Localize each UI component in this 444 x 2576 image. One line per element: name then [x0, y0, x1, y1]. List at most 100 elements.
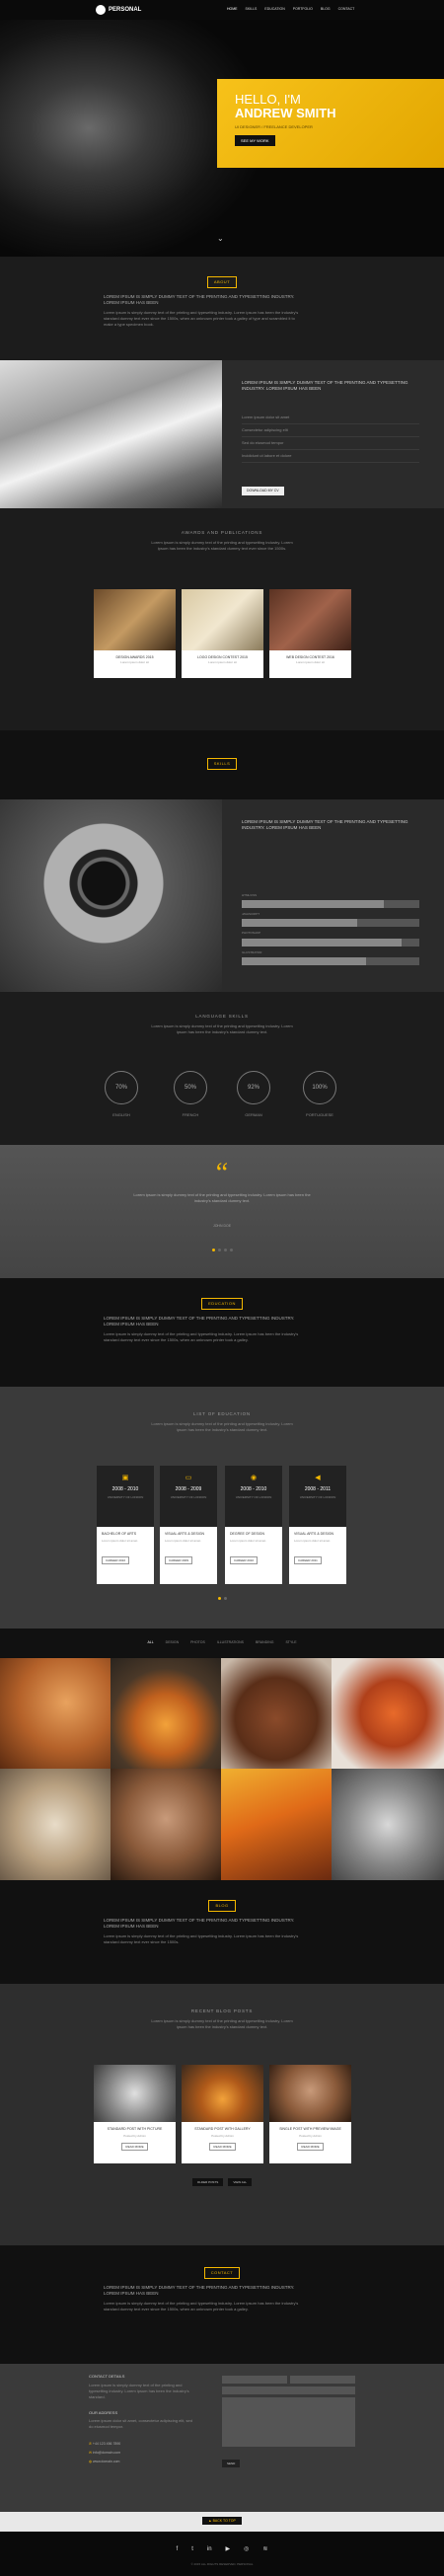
facebook-icon[interactable]: f [177, 2545, 179, 2553]
blog-card[interactable]: STANDARD POST WITH PICTURE Posted by Adm… [94, 2065, 176, 2163]
timeline-card-button[interactable]: CAREER 2009 [165, 1556, 193, 1565]
read-more-button[interactable]: READ MORE [209, 2143, 236, 2152]
older-posts-button[interactable]: OLDER POSTS [191, 2178, 224, 2186]
back-to-top-button[interactable]: ▲ BACK TO TOP [202, 2517, 242, 2525]
intro-line: Incididunt ut labore et dolore [242, 450, 419, 463]
skill-bars: HTML/CSS JAVASCRIPT PHOTOSHOP ILLUSTRATO… [242, 893, 419, 965]
nav-item[interactable]: BLOG [321, 7, 331, 12]
language-circle: 92% [237, 1071, 270, 1104]
portfolio-item[interactable] [0, 1769, 111, 1880]
portfolio-item[interactable] [332, 1769, 444, 1880]
intro-line: Lorem ipsum dolor sit amet [242, 412, 419, 424]
pager-dot[interactable] [223, 1597, 227, 1600]
camera-image [0, 799, 222, 992]
filter-item[interactable]: ILLUSTRATIONS [217, 1640, 244, 1645]
language-circle: 50% [174, 1071, 207, 1104]
filter-item[interactable]: ALL [147, 1640, 153, 1645]
download-cv-button[interactable]: DOWNLOAD MY CV [242, 487, 284, 495]
language-name: PORTUGUESE [306, 1112, 333, 1117]
copyright: © 2015 ALL RIGHTS RESERVED. PERSONAL [190, 2562, 254, 2566]
timeline-section: LIST OF EDUCATION Lorem ipsum is simply … [0, 1387, 444, 1629]
blog-card[interactable]: SINGLE POST WITH PREVIEW IMAGE Posted by… [269, 2065, 351, 2163]
timeline-card[interactable]: ▣ 2008 - 2010 UNIVERSITY OF LONDON BACHE… [97, 1466, 154, 1584]
nav-item[interactable]: CONTACT [338, 7, 355, 12]
logo-text[interactable]: PERSONAL [109, 6, 141, 14]
blog-lead: LOREM IPSUM IS SIMPLY DUMMY TEXT OF THE … [104, 1918, 295, 1929]
send-button[interactable]: SEND [222, 2460, 241, 2468]
portfolio-item[interactable] [111, 1769, 221, 1880]
award-card-sub: Lorem ipsum dolor sit [296, 659, 325, 664]
filter-item[interactable]: STYLE [285, 1640, 296, 1645]
contact-site[interactable]: www.domain.com [93, 2460, 119, 2463]
contact-email[interactable]: info@domain.com [93, 2451, 120, 2455]
portfolio-grid [0, 1658, 444, 1880]
scroll-down-icon[interactable]: ⌄ [217, 233, 224, 244]
nav-item[interactable]: EDUCATION [264, 7, 284, 12]
skill-label: PHOTOSHOP [242, 931, 261, 936]
blog-card-meta: Posted by Admin [211, 2133, 234, 2138]
read-more-button[interactable]: READ MORE [121, 2143, 148, 2152]
award-card[interactable]: LOGO DESIGN CONTEST 2015 Lorem ipsum dol… [182, 589, 263, 678]
contact-form: SEND [222, 2376, 355, 2468]
view-all-button[interactable]: VIEW ALL [228, 2178, 253, 2186]
twitter-icon[interactable]: t [191, 2545, 193, 2553]
dribbble-icon[interactable]: ◎ [244, 2545, 249, 2553]
timeline-card-button[interactable]: CAREER 2010 [230, 1556, 259, 1565]
rss-icon[interactable]: ≋ [262, 2545, 267, 2553]
languages-body: Lorem ipsum is simply dummy text of the … [151, 1023, 293, 1034]
portfolio-item[interactable] [111, 1658, 221, 1769]
timeline-card[interactable]: ◉ 2008 - 2010 UNIVERSITY OF LONDON DEGRE… [225, 1466, 282, 1584]
pager-dot[interactable] [211, 1249, 215, 1251]
portfolio-item[interactable] [221, 1769, 332, 1880]
contact-lead: LOREM IPSUM IS SIMPLY DUMMY TEXT OF THE … [104, 2285, 295, 2296]
youtube-icon[interactable]: ▶ [226, 2545, 231, 2553]
logo-icon[interactable] [96, 5, 106, 15]
timeline-body: Lorem ipsum is simply dummy text of the … [151, 1421, 293, 1432]
office-image [0, 360, 222, 508]
contact-section: CONTACT LOREM IPSUM IS SIMPLY DUMMY TEXT… [0, 2245, 444, 2364]
pager-dot[interactable] [217, 1597, 221, 1600]
message-field[interactable] [222, 2397, 355, 2447]
timeline-card[interactable]: ◀ 2008 - 2011 UNIVERSITY OF LONDON VISUA… [289, 1466, 346, 1584]
intro-section: LOREM IPSUM IS SIMPLY DUMMY TEXT OF THE … [0, 360, 444, 508]
section-title: CONTACT [203, 2267, 241, 2279]
language-name: ENGLISH [112, 1112, 130, 1117]
pager-dot[interactable] [223, 1249, 227, 1251]
portfolio-item[interactable] [332, 1658, 444, 1769]
camera-icon: ◉ [250, 1475, 258, 1481]
blog-card[interactable]: STANDARD POST WITH GALLERY Posted by Adm… [182, 2065, 263, 2163]
award-card[interactable]: DESIGN AWARDS 2015 Lorem ipsum dolor sit [94, 589, 176, 678]
languages-section: LANGUAGE SKILLS Lorem ipsum is simply du… [0, 992, 444, 1145]
nav-item[interactable]: SKILLS [246, 7, 258, 12]
timeline-pager [0, 1596, 444, 1602]
read-more-button[interactable]: READ MORE [297, 2143, 324, 2152]
timeline-card-button[interactable]: CAREER 2011 [294, 1556, 322, 1565]
timeline-place: UNIVERSITY OF LONDON [299, 1494, 336, 1499]
portfolio-item[interactable] [0, 1658, 111, 1769]
hero-cta-button[interactable]: SEE MY WORK [235, 134, 275, 147]
pager-dot[interactable] [229, 1249, 233, 1251]
skill-label: ILLUSTRATOR [242, 949, 262, 954]
filter-item[interactable]: DESIGN [166, 1640, 179, 1645]
nav-item[interactable]: PORTFOLIO [293, 7, 313, 12]
timeline-card-title: BACHELOR OF ARTS [102, 1532, 137, 1536]
language-circle: 70% [105, 1071, 138, 1104]
footer: f t in ▶ ◎ ≋ © 2015 ALL RIGHTS RESERVED.… [0, 2532, 444, 2576]
portfolio-item[interactable] [221, 1658, 332, 1769]
pager-dot[interactable] [217, 1249, 221, 1251]
subject-field[interactable] [222, 2387, 355, 2394]
hero-section: HELLO, I'M ANDREW SMITH UI DESIGNER / FR… [0, 0, 444, 257]
timeline-card[interactable]: ▭ 2008 - 2009 UNIVERSITY OF LONDON VISUA… [160, 1466, 217, 1584]
filter-item[interactable]: PHOTOS [190, 1640, 205, 1645]
quote-pager [0, 1248, 444, 1253]
linkedin-icon[interactable]: in [207, 2545, 212, 2553]
award-card-sub: Lorem ipsum dolor sit [120, 659, 149, 664]
filter-item[interactable]: BRANDING [256, 1640, 273, 1645]
email-field[interactable] [290, 2376, 355, 2384]
name-field[interactable] [222, 2376, 287, 2384]
award-card[interactable]: WEB DESIGN CONTEST 2016 Lorem ipsum dolo… [269, 589, 351, 678]
intro-heading: LOREM IPSUM IS SIMPLY DUMMY TEXT OF THE … [242, 380, 408, 391]
timeline-card-button[interactable]: CAREER 2010 [102, 1556, 130, 1565]
nav-item[interactable]: HOME [227, 7, 238, 12]
language-circle: 100% [303, 1071, 336, 1104]
